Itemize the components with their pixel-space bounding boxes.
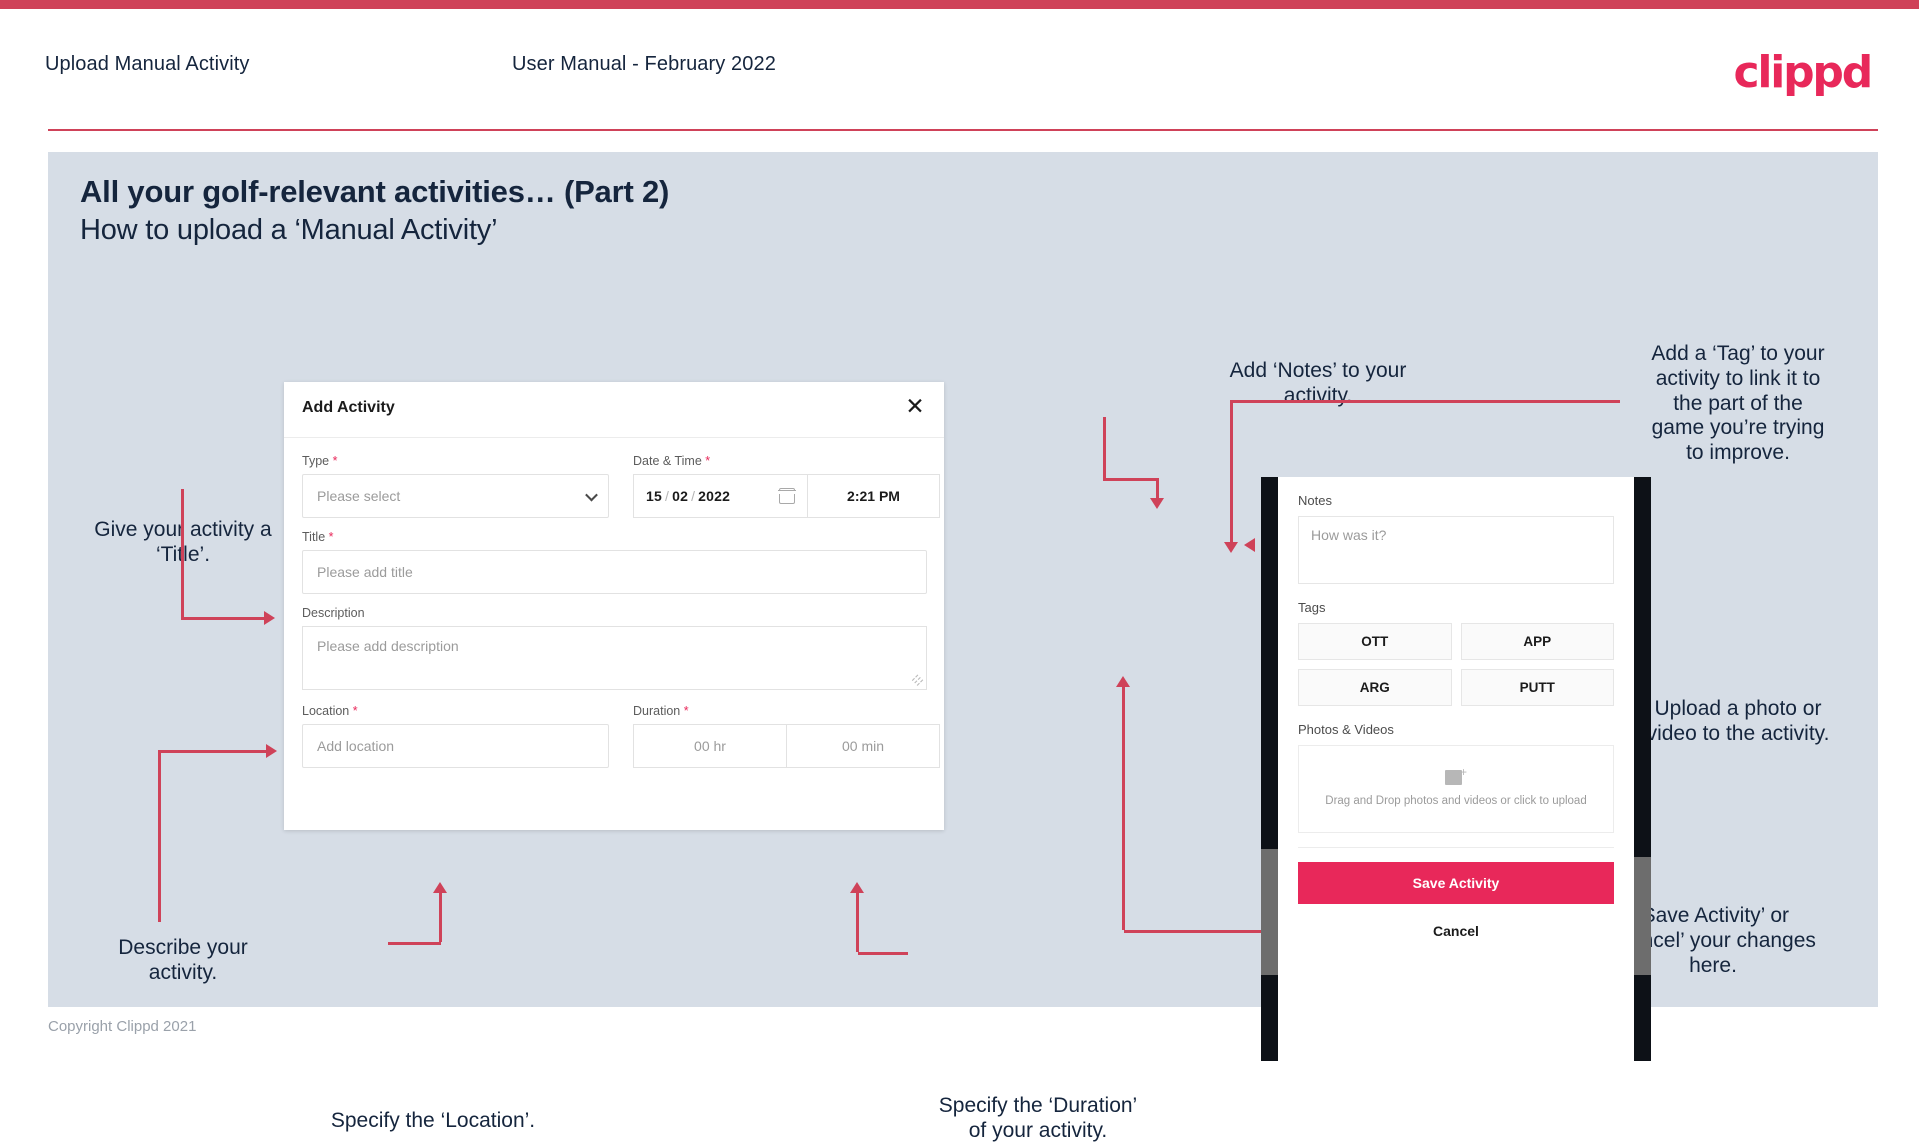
tag-ott[interactable]: OTT (1298, 623, 1452, 660)
required-marker: * (352, 704, 358, 718)
row-type-datetime: Type * Please select Date & Time * 15/02… (302, 454, 940, 530)
required-marker: * (328, 530, 334, 544)
annotation-tags: Add a ‘Tag’ to your activity to link it … (1651, 342, 1825, 465)
header-divider (48, 129, 1878, 131)
arrow-notes-stem (1103, 417, 1106, 480)
label-datetime: Date & Time * (633, 454, 711, 468)
arrow-tags-head (1224, 542, 1238, 553)
field-datetime: Date & Time * 15/02/2022 2:21 PM (633, 454, 940, 518)
annotation-duration: Specify the ‘Duration’ of your activity. (938, 1094, 1138, 1142)
duration-hours-input[interactable]: 00 hr (633, 724, 787, 768)
arrow-upload-head (1244, 538, 1255, 552)
clippd-logo: clippd (1733, 47, 1873, 98)
chevron-down-icon (585, 488, 598, 502)
footer-copyright: Copyright Clippd 2021 (48, 1018, 197, 1035)
annotation-description: Describe your activity. (118, 936, 248, 984)
required-marker: * (683, 704, 689, 718)
arrow-desc-head (266, 744, 277, 758)
slide-subtitle: How to upload a ‘Manual Activity’ (80, 214, 498, 246)
arrow-dur-head (850, 882, 864, 893)
annotation-location: Specify the ‘Location’. (330, 1109, 536, 1132)
field-type: Type * Please select (302, 454, 609, 518)
dialog-header: Add Activity ✕ (284, 382, 944, 438)
time-input[interactable]: 2:21 PM (807, 474, 940, 518)
arrow-loc-arm (388, 942, 441, 945)
page-title: Upload Manual Activity (45, 53, 250, 75)
notes-textarea[interactable]: How was it? (1298, 516, 1614, 584)
slide-title: All your golf-relevant activities… (Part… (80, 174, 670, 209)
calendar-icon[interactable] (778, 488, 796, 504)
phone-power-button-right (1634, 857, 1651, 975)
resize-grip-icon[interactable]: ☷ (910, 672, 926, 688)
header-subtitle: User Manual - February 2022 (512, 53, 776, 75)
add-image-icon: + (1445, 766, 1467, 786)
type-select-value: Please select (317, 488, 401, 504)
dropzone-text: Drag and Drop photos and videos or click… (1325, 795, 1587, 808)
photos-label: Photos & Videos (1298, 722, 1394, 737)
photo-dropzone[interactable]: + Drag and Drop photos and videos or cli… (1298, 745, 1614, 833)
dialog-title: Add Activity (302, 399, 395, 416)
row-location-duration: Location * Add location Duration * 00 hr… (302, 704, 940, 780)
page-header: Upload Manual Activity User Manual - Feb… (0, 9, 1919, 131)
arrow-save-head (1116, 676, 1130, 687)
field-title: Title * Please add title (302, 530, 927, 594)
arrow-notes-drop (1156, 478, 1159, 500)
arrow-loc-head (433, 882, 447, 893)
tags-label: Tags (1298, 600, 1326, 615)
phone-mockup: Notes How was it? Tags OTT APP ARG PUTT … (1261, 477, 1651, 1061)
arrow-notes-head (1150, 498, 1164, 509)
arrow-title-arm (181, 617, 266, 620)
duration-minutes-input[interactable]: 00 min (787, 724, 940, 768)
tag-arg[interactable]: ARG (1298, 669, 1452, 706)
top-accent-bar (0, 0, 1919, 9)
field-location: Location * Add location (302, 704, 609, 768)
label-location: Location * (302, 704, 358, 718)
add-activity-dialog: Add Activity ✕ Type * Please select Date… (284, 382, 944, 830)
phone-divider (1298, 847, 1614, 848)
phone-volume-button-left (1261, 849, 1278, 975)
location-input[interactable]: Add location (302, 724, 609, 768)
dialog-body: Type * Please select Date & Time * 15/02… (284, 438, 944, 780)
annotation-upload: Upload a photo or video to the activity. (1646, 697, 1830, 745)
datetime-group: 15/02/2022 2:21 PM (633, 474, 940, 518)
cancel-button[interactable]: Cancel (1298, 904, 1614, 958)
date-value: 15/02/2022 (646, 488, 731, 504)
description-textarea[interactable]: Please add description ☷ (302, 626, 927, 690)
arrow-loc-stem (439, 892, 442, 942)
arrow-dur-arm (858, 952, 908, 955)
arrow-tags-arm (1230, 400, 1620, 403)
type-select[interactable]: Please select (302, 474, 609, 518)
save-activity-button[interactable]: Save Activity (1298, 862, 1614, 904)
tags-grid: OTT APP ARG PUTT (1298, 623, 1614, 706)
arrow-dur-stem (856, 892, 859, 952)
label-type: Type * (302, 454, 338, 468)
required-marker: * (705, 454, 711, 468)
arrow-title-stem (181, 489, 184, 619)
duration-group: 00 hr 00 min (633, 724, 940, 768)
arrow-desc-stem (158, 750, 161, 922)
field-description: Description Please add description ☷ (302, 606, 927, 690)
tag-putt[interactable]: PUTT (1460, 669, 1614, 706)
label-title: Title * (302, 530, 334, 544)
arrow-notes-arm (1103, 478, 1158, 481)
label-description: Description (302, 606, 365, 620)
arrow-tags-stem (1230, 400, 1233, 544)
date-input[interactable]: 15/02/2022 (633, 474, 807, 518)
arrow-save-stem (1122, 686, 1125, 930)
field-duration: Duration * 00 hr 00 min (633, 704, 940, 768)
description-placeholder: Please add description (317, 638, 459, 654)
close-icon[interactable]: ✕ (902, 393, 928, 419)
title-input[interactable]: Please add title (302, 550, 927, 594)
tag-app[interactable]: APP (1460, 623, 1614, 660)
phone-screen: Notes How was it? Tags OTT APP ARG PUTT … (1278, 477, 1634, 1061)
slide-canvas: All your golf-relevant activities… (Part… (48, 152, 1878, 1142)
arrow-desc-arm (158, 750, 268, 753)
required-marker: * (332, 454, 338, 468)
notes-label: Notes (1298, 493, 1332, 508)
arrow-title-head (264, 611, 275, 625)
label-duration: Duration * (633, 704, 689, 718)
